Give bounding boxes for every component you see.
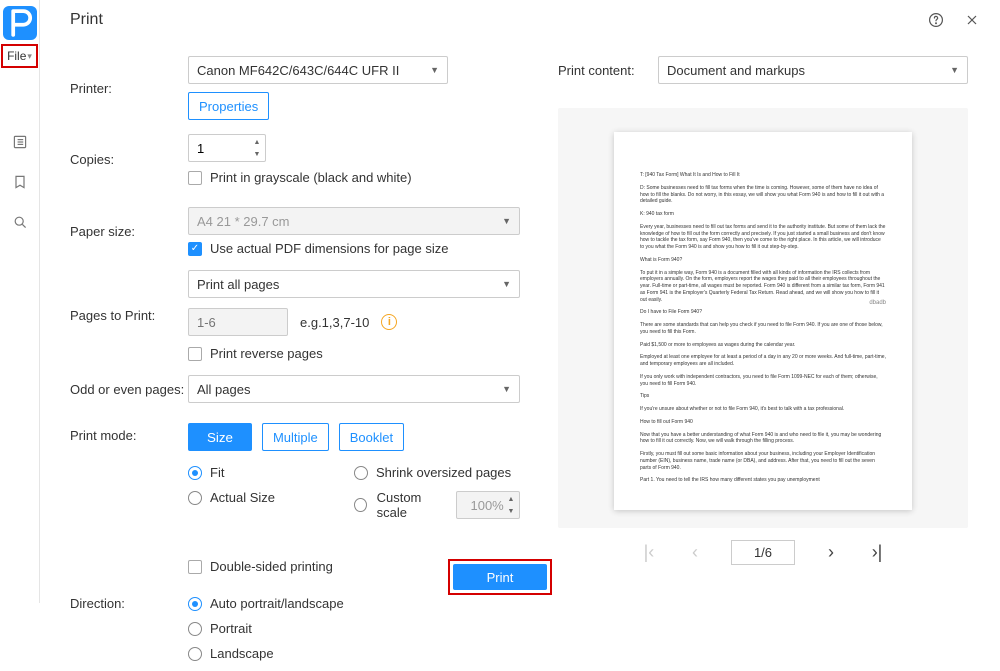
radio-icon [354,466,368,480]
print-content-select[interactable]: Document and markups▼ [658,56,968,84]
grayscale-checkbox[interactable]: Print in grayscale (black and white) [188,170,412,185]
preview-area: T: [940 Tax Form] What It Is and How to … [558,108,968,528]
print-button[interactable]: Print [453,564,547,590]
chevron-down-icon: ▼ [430,65,439,75]
radio-icon [188,622,202,636]
mode-size-button[interactable]: Size [188,423,252,451]
chevron-down-icon: ▼ [950,65,959,75]
stepper-up-icon[interactable]: ▲ [251,136,263,148]
chevron-down-icon: ▼ [502,216,511,226]
radio-icon [188,647,202,661]
radio-icon [354,498,367,512]
title-bar: Print [40,0,1000,40]
checkbox-unchecked-icon [188,347,202,361]
radio-icon [188,491,202,505]
chevron-down-icon: ▾ [27,51,32,62]
odd-even-label: Odd or even pages: [70,382,188,397]
direction-label: Direction: [70,596,188,611]
copies-stepper[interactable]: ▲▼ [188,134,266,162]
paper-size-select[interactable]: A4 21 * 29.7 cm▼ [188,207,520,235]
properties-button[interactable]: Properties [188,92,269,120]
stepper-down-icon[interactable]: ▼ [251,148,263,160]
direction-portrait-radio[interactable]: Portrait [188,621,520,636]
pages-to-print-select[interactable]: Print all pages▼ [188,270,520,298]
footer: Print [0,559,1000,595]
watermark: dbadb [869,299,886,307]
direction-landscape-radio[interactable]: Landscape [188,646,520,661]
shrink-radio[interactable]: Shrink oversized pages [354,465,520,480]
custom-scale-radio[interactable]: Custom scale ▲▼ [354,490,520,520]
print-mode-label: Print mode: [70,423,188,443]
copies-input[interactable] [197,141,245,156]
info-icon[interactable]: i [381,314,397,330]
checkbox-unchecked-icon [188,171,202,185]
page-preview: T: [940 Tax Form] What It Is and How to … [614,132,912,510]
chevron-down-icon: ▼ [502,384,511,394]
file-menu-label: File [7,49,26,63]
close-icon[interactable] [960,8,984,32]
direction-auto-radio[interactable]: Auto portrait/landscape [188,596,520,611]
copies-label: Copies: [70,152,188,167]
file-menu[interactable]: File▾ [1,44,38,68]
reverse-pages-checkbox[interactable]: Print reverse pages [188,346,520,361]
search-icon[interactable] [8,210,32,234]
stepper-down-icon[interactable]: ▼ [505,505,517,517]
app-logo-icon [3,6,37,40]
actual-size-radio[interactable]: Actual Size [188,490,354,505]
fit-radio[interactable]: Fit [188,465,354,480]
paper-size-label: Paper size: [70,224,188,239]
radio-selected-icon [188,597,202,611]
chevron-down-icon: ▼ [502,279,511,289]
printer-select[interactable]: Canon MF642C/643C/644C UFR II▼ [188,56,448,84]
thumbnails-icon[interactable] [8,130,32,154]
radio-selected-icon [188,466,202,480]
custom-scale-input [465,498,509,513]
help-icon[interactable] [924,8,948,32]
preview-pane: Print content: Document and markups▼ T: … [540,40,1000,559]
pages-to-print-label: Pages to Print: [70,308,188,323]
mode-multiple-button[interactable]: Multiple [262,423,329,451]
bookmark-icon[interactable] [8,170,32,194]
print-settings-pane: Printer: Canon MF642C/643C/644C UFR II▼ … [40,40,540,559]
mode-booklet-button[interactable]: Booklet [339,423,404,451]
printer-label: Printer: [70,81,188,96]
left-rail: File▾ [0,0,40,603]
stepper-up-icon[interactable]: ▲ [505,493,517,505]
checkbox-checked-icon: ✓ [188,242,202,256]
dialog-title: Print [70,11,103,29]
print-content-label: Print content: [558,63,658,78]
page-range-input[interactable] [188,308,288,336]
range-example-text: e.g.1,3,7-10 [300,315,369,330]
custom-scale-stepper[interactable]: ▲▼ [456,491,520,519]
use-actual-dims-checkbox[interactable]: ✓ Use actual PDF dimensions for page siz… [188,241,520,256]
print-button-highlight: Print [448,559,552,595]
odd-even-select[interactable]: All pages▼ [188,375,520,403]
